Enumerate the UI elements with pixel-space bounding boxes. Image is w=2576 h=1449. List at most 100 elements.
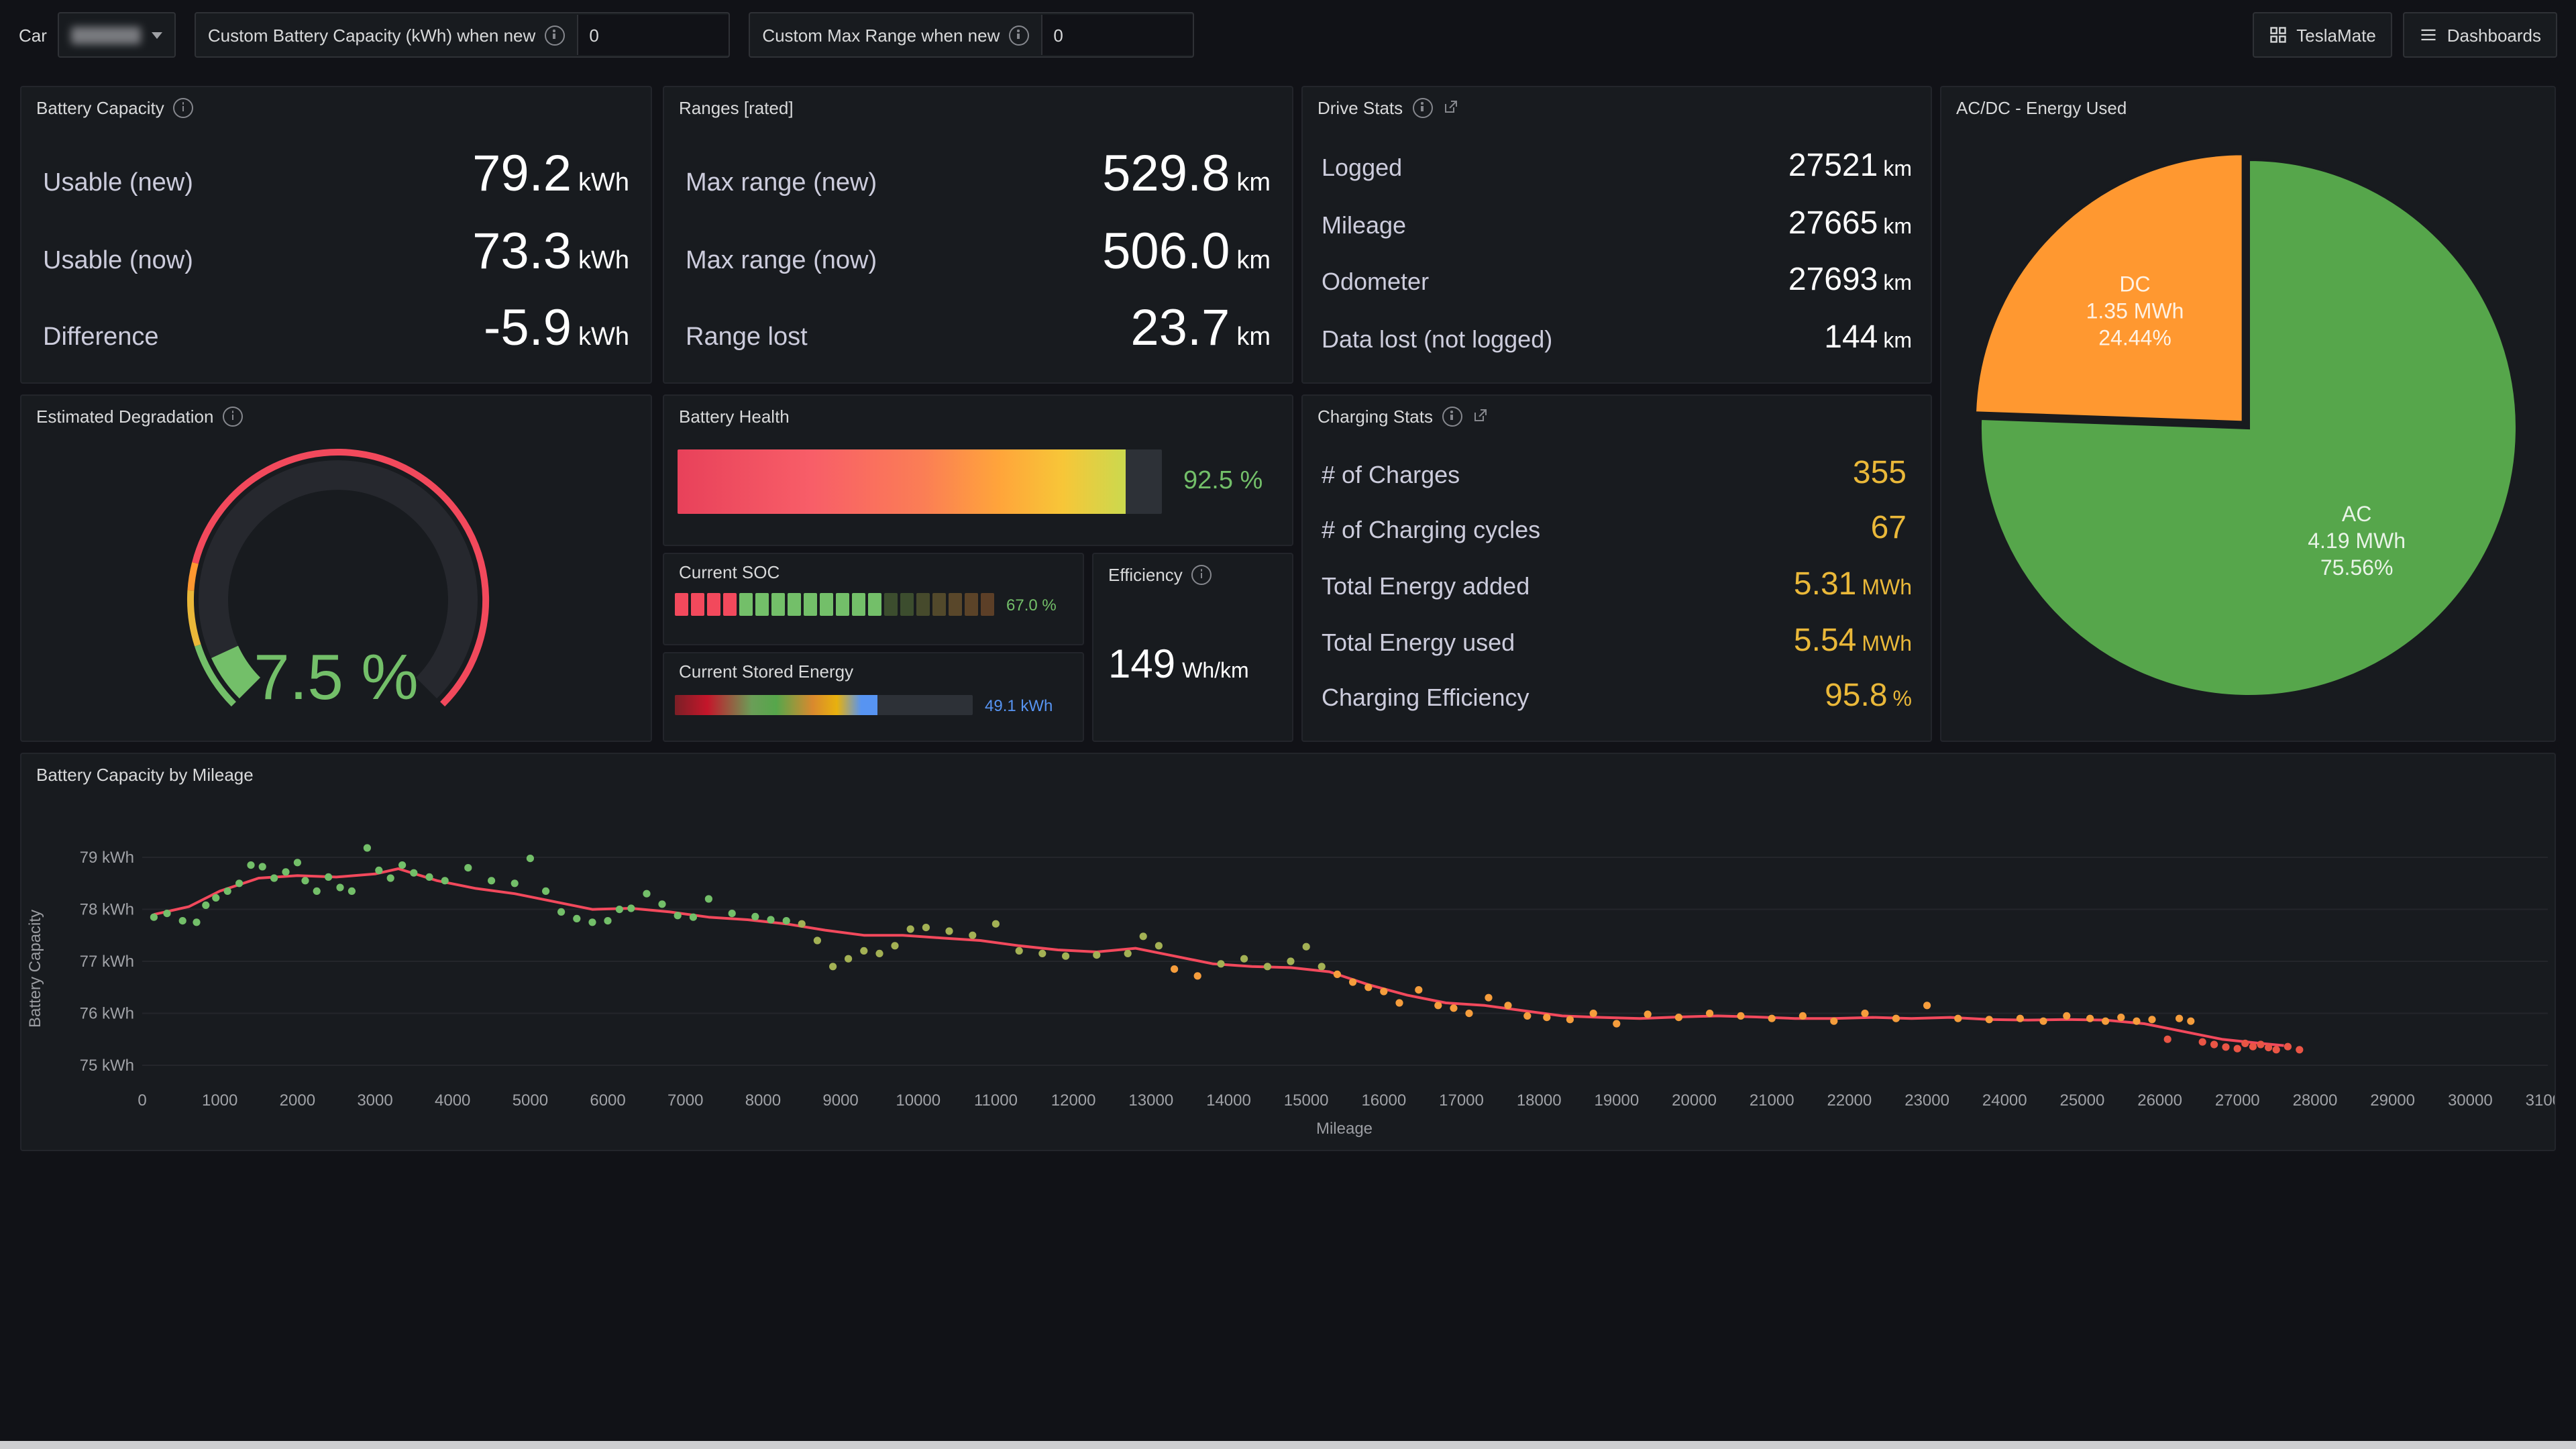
external-link-icon[interactable] <box>1442 99 1458 115</box>
panel-efficiency: Efficiency 149 Wh/km <box>1092 553 1293 742</box>
stat-row: # of Charging cycles67 <box>1303 511 1931 548</box>
svg-text:12000: 12000 <box>1051 1091 1096 1110</box>
svg-text:14000: 14000 <box>1206 1091 1251 1110</box>
dashboards-button[interactable]: Dashboards <box>2403 12 2557 58</box>
panel-battery-health: Battery Health 92.5 % <box>663 394 1293 546</box>
svg-text:Battery Capacity: Battery Capacity <box>26 910 44 1028</box>
info-icon[interactable] <box>545 25 565 45</box>
custom-max-range-input[interactable] <box>1041 15 1193 55</box>
svg-text:11000: 11000 <box>974 1091 1018 1110</box>
svg-text:6000: 6000 <box>590 1091 625 1110</box>
info-icon[interactable] <box>223 406 244 426</box>
teslamate-button[interactable]: TeslaMate <box>2252 12 2392 58</box>
panel-acdc-energy: AC/DC - Energy Used DC1.35 MWh24.44%AC4.… <box>1940 86 2556 742</box>
panel-current-soc: Current SOC 67.0 % <box>663 553 1084 645</box>
battery-health-bar <box>678 449 1162 514</box>
info-icon[interactable] <box>174 97 194 117</box>
svg-text:17000: 17000 <box>1439 1091 1484 1110</box>
svg-text:4000: 4000 <box>435 1091 470 1110</box>
dashboard-root: Car Custom Battery Capacity (kWh) when n… <box>0 0 2576 1449</box>
stored-energy-bar <box>675 695 973 715</box>
topbar: Car Custom Battery Capacity (kWh) when n… <box>0 0 2576 70</box>
svg-text:29000: 29000 <box>2370 1091 2415 1110</box>
svg-text:5000: 5000 <box>513 1091 548 1110</box>
car-select[interactable] <box>58 12 176 58</box>
stat-row: Total Energy added5.31MWh <box>1303 566 1931 604</box>
stat-row: Usable (new) 79.2kWh <box>21 147 651 205</box>
svg-text:22000: 22000 <box>1827 1091 1872 1110</box>
panel-title[interactable]: Drive Stats <box>1303 87 1931 127</box>
svg-text:21000: 21000 <box>1750 1091 1794 1110</box>
custom-battery-capacity-control: Custom Battery Capacity (kWh) when new <box>195 12 730 58</box>
info-icon[interactable] <box>1009 25 1029 45</box>
svg-text:3000: 3000 <box>357 1091 392 1110</box>
svg-text:19000: 19000 <box>1594 1091 1639 1110</box>
panel-stored-energy: Current Stored Energy 49.1 kWh <box>663 652 1084 742</box>
dashboards-icon <box>2419 25 2438 44</box>
svg-text:76 kWh: 76 kWh <box>80 1005 134 1023</box>
svg-text:Mileage: Mileage <box>1316 1120 1373 1138</box>
svg-text:2000: 2000 <box>280 1091 315 1110</box>
panel-capacity-by-mileage: Battery Capacity by Mileage 75 kWh 76 kWh… <box>20 753 2556 1151</box>
svg-text:23000: 23000 <box>1904 1091 1949 1110</box>
stat-row: Difference -5.9kWh <box>21 301 651 358</box>
battery-health-value: 92.5 % <box>1183 467 1263 496</box>
stat-row: Mileage27665km <box>1303 205 1931 242</box>
svg-text:24000: 24000 <box>1982 1091 2027 1110</box>
panel-title[interactable]: Battery Capacity <box>21 87 651 127</box>
svg-text:13000: 13000 <box>1128 1091 1173 1110</box>
panel-title[interactable]: Current SOC <box>664 554 1083 590</box>
stat-row: Data lost (not logged)144km <box>1303 319 1931 357</box>
svg-text:15000: 15000 <box>1284 1091 1329 1110</box>
panel-title[interactable]: AC/DC - Energy Used <box>1941 87 2555 127</box>
panel-title[interactable]: Battery Health <box>664 396 1292 436</box>
svg-text:0: 0 <box>138 1091 146 1110</box>
stat-value: -5.9 <box>484 301 572 357</box>
stat-value: 23.7 <box>1130 301 1230 357</box>
svg-text:16000: 16000 <box>1361 1091 1406 1110</box>
panel-charging-stats: Charging Stats # of Charges355 # of Char… <box>1301 394 1932 742</box>
svg-text:30000: 30000 <box>2448 1091 2493 1110</box>
stat-row: Usable (now) 73.3kWh <box>21 223 651 281</box>
svg-text:8000: 8000 <box>745 1091 781 1110</box>
capacity-mileage-chart[interactable]: 75 kWh76 kWh77 kWh78 kWh79 kWh0100020003… <box>21 754 2555 1150</box>
svg-text:9000: 9000 <box>822 1091 858 1110</box>
svg-text:79 kWh: 79 kWh <box>80 849 134 867</box>
panel-title[interactable]: Ranges [rated] <box>664 87 1292 127</box>
svg-text:18000: 18000 <box>1517 1091 1562 1110</box>
info-icon[interactable] <box>1192 564 1212 584</box>
stored-energy-value: 49.1 kWh <box>985 696 1053 714</box>
stat-row: # of Charges355 <box>1303 454 1931 492</box>
info-icon[interactable] <box>1412 97 1432 117</box>
stat-row: Range lost 23.7km <box>664 301 1292 358</box>
svg-text:75 kWh: 75 kWh <box>80 1057 134 1075</box>
panel-title[interactable]: Current Stored Energy <box>664 653 1083 690</box>
battery-health-fill <box>678 449 1126 514</box>
stat-row: Max range (new) 529.8km <box>664 147 1292 205</box>
panel-title[interactable]: Estimated Degradation <box>21 396 651 436</box>
car-select-value-redacted <box>71 26 141 44</box>
panel-title[interactable]: Efficiency <box>1093 554 1292 594</box>
panel-drive-stats: Drive Stats Logged27521km Mileage27665km… <box>1301 86 1932 384</box>
panel-title[interactable]: Battery Capacity by Mileage <box>36 765 254 785</box>
svg-text:7000: 7000 <box>667 1091 703 1110</box>
stat-value: 73.3 <box>472 223 572 280</box>
stat-row: Odometer27693km <box>1303 262 1931 300</box>
stat-row: Total Energy used5.54MWh <box>1303 622 1931 659</box>
external-link-icon[interactable] <box>1472 408 1488 424</box>
svg-text:1000: 1000 <box>202 1091 237 1110</box>
car-label: Car <box>19 25 47 45</box>
svg-text:31000: 31000 <box>2526 1091 2555 1110</box>
stored-energy-fill <box>675 695 877 715</box>
info-icon[interactable] <box>1442 406 1462 426</box>
acdc-pie-chart[interactable]: DC1.35 MWh24.44%AC4.19 MWh75.56% <box>1941 125 2556 741</box>
stat-row: Logged27521km <box>1303 148 1931 185</box>
stat-row: Charging Efficiency95.8% <box>1303 678 1931 716</box>
custom-battery-capacity-label: Custom Battery Capacity (kWh) when new <box>196 25 577 45</box>
chevron-down-icon <box>152 32 162 38</box>
pie-slice-dc <box>1975 154 2243 422</box>
custom-battery-capacity-input[interactable] <box>577 15 729 55</box>
panel-estimated-degradation: Estimated Degradation 7.5 % <box>20 394 652 742</box>
panel-title[interactable]: Charging Stats <box>1303 396 1931 436</box>
svg-text:25000: 25000 <box>2060 1091 2105 1110</box>
